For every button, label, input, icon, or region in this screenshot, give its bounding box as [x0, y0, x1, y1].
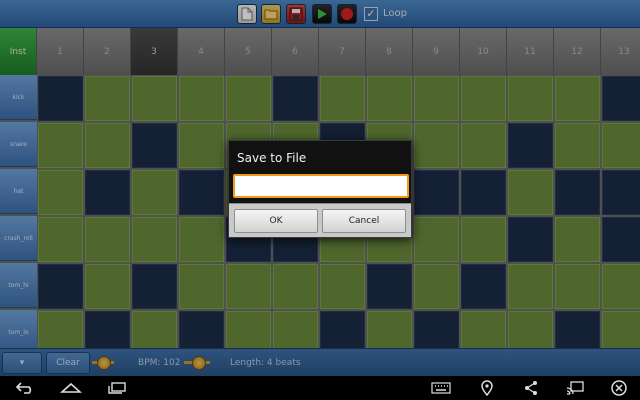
system-nav-bar: [0, 376, 640, 400]
keyboard-icon: [431, 382, 451, 394]
home-icon: [60, 382, 82, 393]
keyboard-button[interactable]: [428, 378, 454, 398]
cast-button[interactable]: [562, 378, 588, 398]
cast-icon: [566, 381, 584, 395]
home-button[interactable]: [58, 378, 84, 398]
recents-button[interactable]: [104, 378, 130, 398]
cancel-button[interactable]: Cancel: [322, 209, 406, 233]
recents-icon: [108, 382, 126, 394]
save-to-file-dialog: Save to File OK Cancel: [228, 140, 412, 238]
app-root: ✓ Loop Inst 1 2 3 4 5 6 7 8 9 10 11 12 13 kick snare hat…: [0, 0, 640, 400]
dialog-title: Save to File: [237, 151, 307, 165]
filename-input[interactable]: [233, 174, 409, 198]
back-button[interactable]: [12, 378, 38, 398]
ok-button[interactable]: OK: [234, 209, 318, 233]
dialog-button-bar: OK Cancel: [229, 203, 411, 237]
close-app-button[interactable]: [606, 378, 632, 398]
location-icon: [481, 380, 493, 396]
close-icon: [611, 380, 627, 396]
share-icon: [525, 381, 537, 395]
back-icon: [15, 382, 32, 394]
location-button[interactable]: [474, 378, 500, 398]
share-button[interactable]: [518, 378, 544, 398]
